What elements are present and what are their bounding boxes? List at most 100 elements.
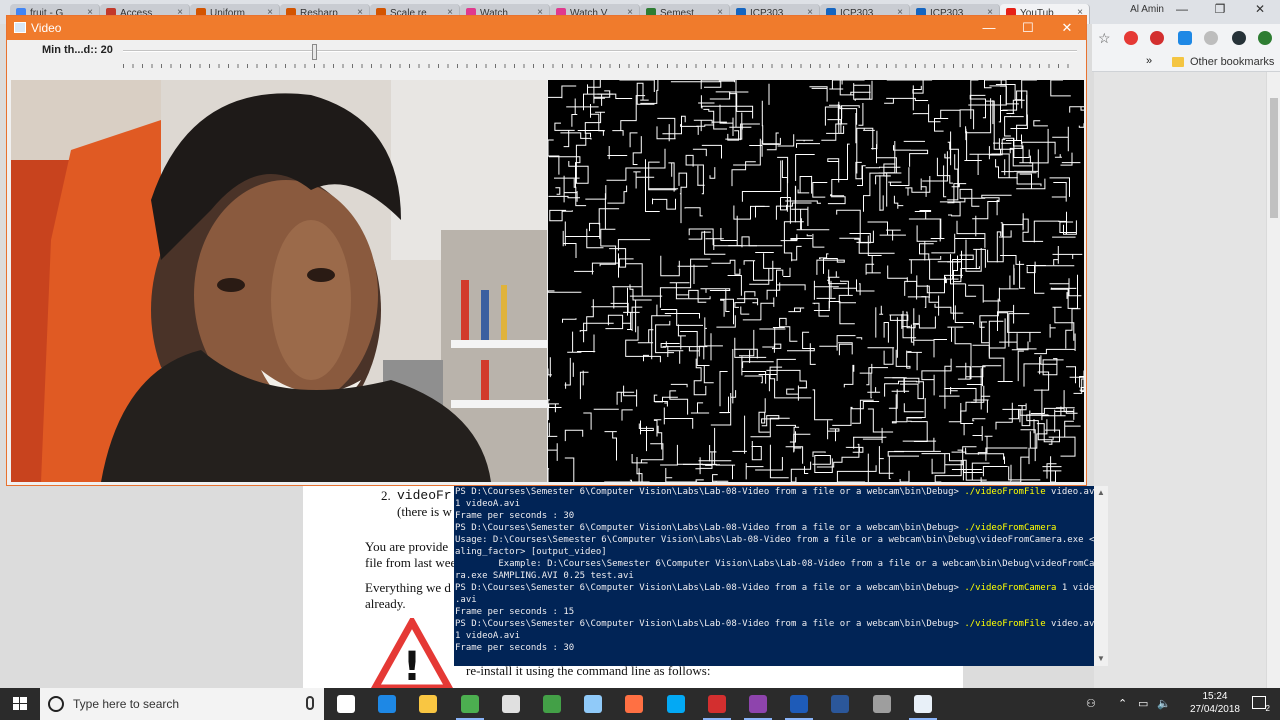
- bookmarks-bar: » Other bookmarks: [1092, 52, 1280, 72]
- console-text: PS D:\Courses\Semester 6\Computer Vision…: [455, 523, 965, 533]
- document-background: [1094, 72, 1266, 688]
- clock-time: 15:24: [1202, 691, 1228, 702]
- app-glyph: [501, 695, 520, 713]
- console-line: 1 videoA.avi: [455, 630, 1094, 642]
- app-glyph: [337, 695, 355, 713]
- console-line: 1 videoA.avi: [455, 498, 1094, 510]
- threshold-trackbar[interactable]: [123, 50, 1077, 52]
- adblock-extension-icon[interactable]: [1150, 31, 1164, 45]
- edge-icon[interactable]: [367, 692, 407, 720]
- console-text: aling_factor> [output_video]: [455, 547, 607, 557]
- bookmarks-overflow-icon[interactable]: »: [1146, 55, 1152, 67]
- word-icon[interactable]: [820, 692, 860, 720]
- app-glyph: [378, 695, 397, 713]
- scroll-up-icon[interactable]: ▲: [1094, 486, 1108, 500]
- folder-icon: [1172, 57, 1184, 67]
- console-text: PS D:\Courses\Semester 6\Computer Vision…: [455, 619, 965, 629]
- app-glyph: [625, 695, 644, 713]
- bookmark-star-icon[interactable]: ☆: [1098, 30, 1111, 47]
- cortana-icon: [48, 696, 64, 712]
- volume-icon[interactable]: 🔈: [1157, 697, 1171, 710]
- document-text: You are provide: [365, 539, 449, 554]
- skype-icon[interactable]: [656, 692, 696, 720]
- browser-close-button[interactable]: ✕: [1240, 2, 1280, 20]
- visual-studio-icon[interactable]: [738, 692, 778, 720]
- warning-icon: !: [371, 618, 453, 688]
- taskbar-clock[interactable]: 15:24 27/04/2018: [1190, 690, 1240, 716]
- document-text: Everything we d: [365, 580, 451, 595]
- console-command: ./videoFromFile: [964, 487, 1046, 497]
- video-window[interactable]: Video — ☐ ✕ Min th...d:: 20: [6, 15, 1087, 486]
- edge-path: [1066, 292, 1068, 299]
- taskbar-search-box[interactable]: Type here to search: [40, 688, 324, 720]
- console-command: ./videoFromFile: [964, 619, 1046, 629]
- trackbar-ticks: [123, 64, 1077, 68]
- console-text: Example: D:\Courses\Semester 6\Computer …: [455, 559, 1094, 569]
- document-text: (there is w: [397, 504, 452, 519]
- video-app-icon[interactable]: [903, 692, 943, 720]
- start-button[interactable]: [0, 688, 40, 720]
- console-line: PS D:\Courses\Semester 6\Computer Vision…: [455, 522, 1094, 534]
- acrobat-icon[interactable]: [697, 692, 737, 720]
- console-line: Frame per seconds : 30: [455, 510, 1094, 522]
- console-line: PS D:\Courses\Semester 6\Computer Vision…: [455, 582, 1094, 594]
- tray-chevron-icon[interactable]: ⌃: [1118, 697, 1127, 710]
- profile-name[interactable]: Al Amin: [1130, 4, 1164, 15]
- browser-minimize-button[interactable]: —: [1162, 2, 1202, 20]
- maximize-button[interactable]: ☐: [1008, 16, 1048, 40]
- browser-scrollbar[interactable]: [1266, 72, 1280, 688]
- console-line: Frame per seconds : 15: [455, 606, 1094, 618]
- windows-taskbar: Type here to search ⚇ ⌃ ▭ 🔈 15:24 27/04/…: [0, 688, 1280, 720]
- console-text: PS D:\Courses\Semester 6\Computer Vision…: [455, 487, 965, 497]
- opera-extension-icon[interactable]: [1124, 31, 1138, 45]
- xbox-icon[interactable]: [532, 692, 572, 720]
- powershell-console[interactable]: PS D:\Courses\Semester 6\Computer Vision…: [454, 486, 1108, 666]
- people-icon[interactable]: ⚇: [1086, 697, 1096, 710]
- console-text: Usage: D:\Courses\Semester 6\Computer Vi…: [455, 535, 1094, 545]
- other-bookmarks-link[interactable]: Other bookmarks: [1190, 56, 1274, 68]
- app-glyph: [913, 695, 932, 713]
- console-command: ./videoFromCamera: [964, 583, 1057, 593]
- paint-icon[interactable]: [491, 692, 531, 720]
- console-output: PS D:\Courses\Semester 6\Computer Vision…: [454, 486, 1094, 666]
- app-glyph: [872, 695, 891, 713]
- console-line: Usage: D:\Courses\Semester 6\Computer Vi…: [455, 534, 1094, 546]
- console-line: PS D:\Courses\Semester 6\Computer Vision…: [455, 618, 1094, 630]
- matlab-icon[interactable]: [614, 692, 654, 720]
- file-explorer-icon[interactable]: [408, 692, 448, 720]
- extension-icon[interactable]: [1178, 31, 1192, 45]
- notification-center-icon[interactable]: [1252, 696, 1266, 709]
- task-view-icon[interactable]: [326, 692, 366, 720]
- list-number: 2.: [381, 488, 391, 503]
- webcam-frame: [11, 80, 547, 482]
- scrollbar-thumb[interactable]: [1270, 98, 1278, 218]
- obs-icon[interactable]: [862, 692, 902, 720]
- extension-icon[interactable]: [1204, 31, 1218, 45]
- app-glyph: [419, 695, 438, 713]
- browser-restore-button[interactable]: ❐: [1200, 2, 1240, 20]
- minimize-button[interactable]: —: [969, 16, 1009, 40]
- windows-logo-icon: [13, 697, 27, 710]
- console-command: ./videoFromCamera: [964, 523, 1057, 533]
- powershell-icon[interactable]: [779, 692, 819, 720]
- grammarly-extension-icon[interactable]: [1232, 31, 1246, 45]
- console-text: Frame per seconds : 15: [455, 607, 575, 617]
- close-button[interactable]: ✕: [1047, 16, 1087, 40]
- console-line: aling_factor> [output_video]: [455, 546, 1094, 558]
- clock-date: 27/04/2018: [1189, 704, 1240, 715]
- console-line: .avi: [455, 594, 1094, 606]
- video-window-titlebar[interactable]: Video — ☐ ✕: [7, 16, 1086, 40]
- microphone-icon[interactable]: [306, 696, 314, 710]
- notification-count: 2: [1265, 704, 1270, 713]
- battery-icon[interactable]: ▭: [1138, 697, 1148, 710]
- window-app-icon: [14, 22, 26, 33]
- console-text: Frame per seconds : 30: [455, 511, 575, 521]
- chrome-icon[interactable]: [450, 692, 490, 720]
- scroll-down-icon[interactable]: ▼: [1094, 652, 1108, 666]
- threshold-trackbar-label: Min th...d:: 20: [42, 44, 113, 56]
- notepad-icon[interactable]: [573, 692, 613, 720]
- console-args: video.avi: [1051, 487, 1094, 497]
- threshold-trackbar-thumb[interactable]: [311, 44, 317, 60]
- console-scrollbar[interactable]: ▲ ▼: [1094, 486, 1108, 666]
- extension-icon[interactable]: [1258, 31, 1272, 45]
